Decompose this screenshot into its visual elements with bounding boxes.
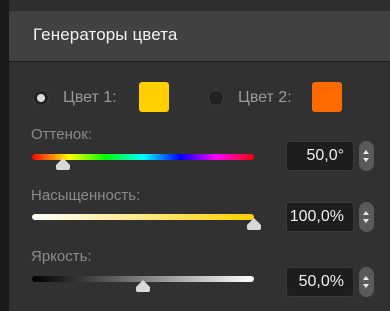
color-2-radio[interactable] [208,90,224,106]
color-1-label: Цвет 1: [63,89,117,106]
color-generators-panel: Генераторы цвета Цвет 1: Цвет 2: Оттенок… [9,0,390,311]
hue-value-field[interactable]: 50,0° [286,141,354,171]
decrement-icon [363,219,369,223]
saturation-value-field[interactable]: 100,0% [286,202,354,232]
saturation-label: Насыщенность: [31,187,141,204]
color-2-label: Цвет 2: [238,89,292,106]
color-2-swatch[interactable] [312,82,342,112]
decrement-icon [363,284,369,288]
saturation-stepper[interactable] [359,202,374,232]
hue-stepper[interactable] [359,141,374,171]
hue-slider-thumb[interactable] [56,158,71,170]
hue-label: Оттенок: [31,126,92,143]
increment-icon [363,150,369,154]
panel-body: Цвет 1: Цвет 2: Оттенок: 50,0° Насыщенно… [9,62,390,311]
panel-header: Генераторы цвета [9,11,390,61]
decrement-icon [363,158,369,162]
increment-icon [363,211,369,215]
panel-title: Генераторы цвета [33,25,178,44]
color-1-radio[interactable] [33,90,49,106]
color-1-swatch[interactable] [139,82,169,112]
brightness-label: Яркость: [31,248,92,265]
increment-icon [363,276,369,280]
brightness-stepper[interactable] [359,267,374,297]
color-1-option[interactable]: Цвет 1: [33,82,183,112]
color-2-option[interactable]: Цвет 2: [208,82,358,112]
brightness-slider-thumb[interactable] [136,280,150,292]
brightness-value-field[interactable]: 50,0% [286,267,354,297]
saturation-slider-thumb[interactable] [247,218,261,230]
saturation-slider-track[interactable] [32,214,254,220]
